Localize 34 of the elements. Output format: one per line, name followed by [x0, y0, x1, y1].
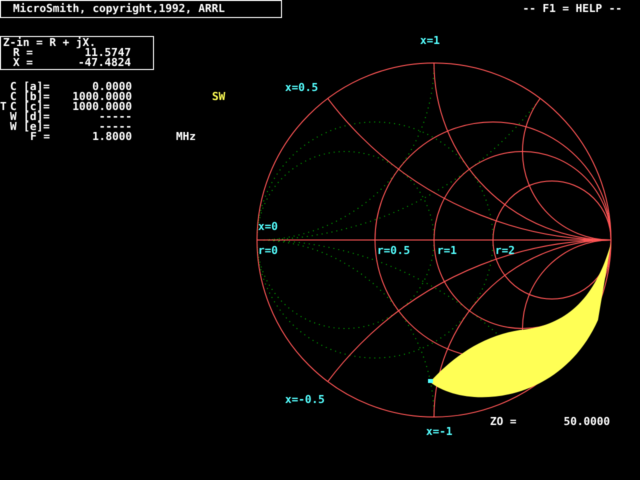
help-hint: -- F1 = HELP --	[522, 3, 622, 15]
parameter-value: 0.0000	[92, 82, 132, 92]
chart-label: r=0	[258, 244, 278, 257]
parameter-label: F =	[30, 132, 50, 142]
parameter-value: -----	[98, 112, 132, 122]
chart-label: x=1	[420, 34, 440, 47]
z0-label: ZO =	[490, 415, 516, 428]
point-marker	[428, 379, 433, 383]
parameter-label: W [d]=	[10, 112, 50, 122]
parameter-label: C [c]=	[10, 102, 50, 112]
parameter-label: C [b]=	[10, 92, 50, 102]
parameter-label: W [e]=	[10, 122, 50, 132]
chart-label: x=0	[258, 220, 278, 233]
parameter-value: -----	[98, 122, 132, 132]
parameter-value: 1.8000	[91, 132, 132, 142]
impedance-heading: Z-in = R + jX.	[3, 38, 96, 48]
impedance-value: 11.5747	[84, 48, 131, 58]
parameter-value: 1000.0000	[71, 92, 132, 102]
chart-label: x=0.5	[285, 81, 318, 94]
chart-label: r=1	[437, 244, 457, 257]
impedance-label: X =	[12, 58, 34, 68]
tune-marker: T	[0, 102, 8, 112]
app-title: MicroSmith, copyright,1992, ARRL	[0, 0, 282, 18]
chart-label: x=-1	[426, 425, 452, 438]
z0-value: 50.0000	[564, 415, 610, 428]
switch-label: SW	[212, 92, 226, 102]
chart-label: r=0.5	[377, 244, 410, 257]
unit-label: MHz	[176, 132, 196, 142]
chart-label: x=-0.5	[285, 393, 325, 406]
impedance-label: R =	[12, 48, 34, 58]
parameter-value: 1000.0000	[71, 102, 132, 112]
parameter-label: C [a]=	[10, 82, 50, 92]
chart-label: r=2	[495, 244, 515, 257]
impedance-value: -47.4824	[77, 58, 131, 68]
